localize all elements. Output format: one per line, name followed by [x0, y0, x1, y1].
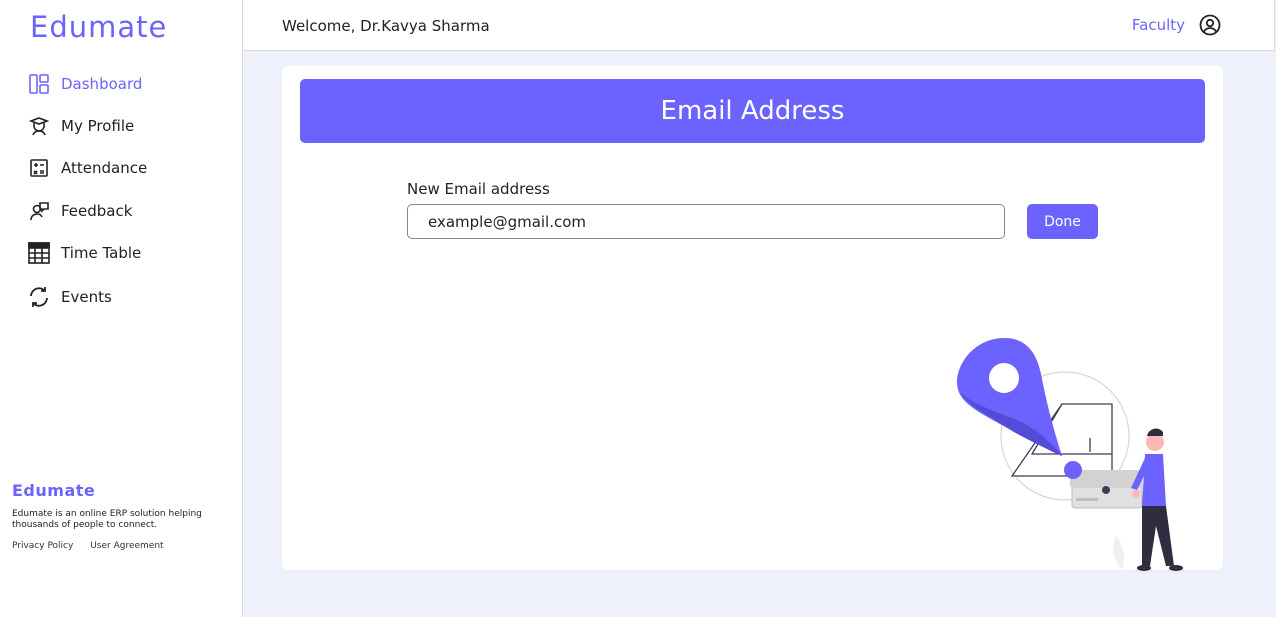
attendance-icon: [28, 157, 50, 179]
feedback-icon: [28, 200, 50, 222]
email-field[interactable]: [407, 204, 1005, 239]
footer-links: Privacy Policy User Agreement: [12, 541, 178, 551]
sidebar-item-label: Time Table: [61, 244, 142, 262]
timetable-icon: [28, 242, 50, 264]
footer-description: Edumate is an online ERP solution helpin…: [12, 509, 202, 530]
sidebar-item-time-table[interactable]: Time Table: [28, 238, 141, 268]
sidebar-item-label: Events: [61, 288, 112, 306]
sidebar-item-label: My Profile: [61, 117, 135, 135]
role-label: Faculty: [1131, 16, 1185, 34]
welcome-text: Welcome, Dr.Kavya Sharma: [282, 17, 490, 35]
profile-icon: [28, 115, 50, 137]
footer-brand: Edumate: [12, 481, 96, 500]
user-circle-icon[interactable]: [1199, 14, 1221, 36]
done-button[interactable]: Done: [1027, 204, 1098, 239]
sidebar-item-attendance[interactable]: Attendance: [28, 153, 147, 183]
dashboard-icon: [28, 73, 50, 95]
sidebar-item-feedback[interactable]: Feedback: [28, 196, 132, 226]
sidebar-item-label: Attendance: [61, 159, 148, 177]
sidebar: Edumate Dashboard My Profile Attendance …: [0, 0, 243, 617]
sidebar-item-label: Dashboard: [61, 75, 143, 93]
sidebar-item-dashboard[interactable]: Dashboard: [28, 69, 142, 99]
page-title: Email Address: [660, 96, 845, 126]
main-card: Email Address New Email address Done: [282, 66, 1223, 571]
email-field-label: New Email address: [407, 180, 550, 198]
section-banner: Email Address: [300, 79, 1205, 143]
location-illustration: [952, 334, 1202, 574]
privacy-policy-link[interactable]: Privacy Policy: [12, 541, 73, 551]
user-agreement-link[interactable]: User Agreement: [90, 541, 163, 551]
sidebar-item-label: Feedback: [61, 202, 133, 220]
sidebar-item-events[interactable]: Events: [28, 282, 112, 312]
brand-logo[interactable]: Edumate: [30, 10, 167, 44]
sidebar-item-my-profile[interactable]: My Profile: [28, 111, 134, 141]
events-icon: [28, 286, 50, 308]
top-header: Welcome, Dr.Kavya Sharma Faculty: [243, 0, 1275, 51]
